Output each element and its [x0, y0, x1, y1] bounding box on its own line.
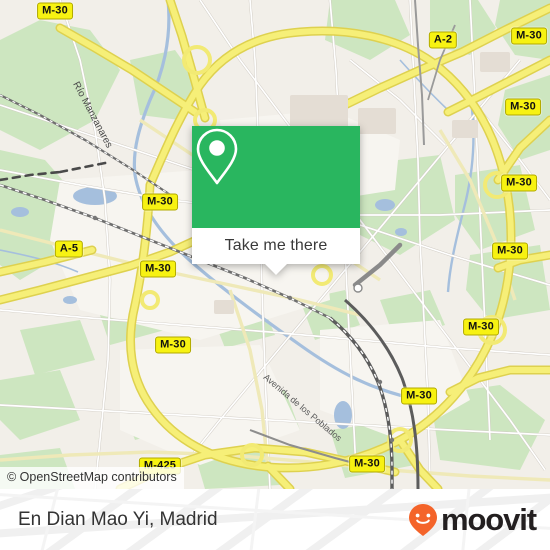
highway-shield: M-30: [492, 242, 528, 260]
rail-terminus-marker: [353, 283, 363, 293]
highway-shield: A-2: [428, 31, 458, 49]
popup-pointer: [265, 264, 287, 275]
map-attribution[interactable]: © OpenStreetMap contributors: [0, 467, 184, 489]
highway-shield: M-30: [155, 336, 191, 354]
moovit-logo[interactable]: moovit: [408, 502, 537, 537]
highway-shield: M-30: [463, 318, 499, 336]
highway-shield: M-30: [501, 174, 537, 192]
take-me-there-label: Take me there: [224, 237, 328, 254]
highway-shield: A-5: [54, 240, 84, 258]
popup-icon-area: [192, 126, 360, 228]
highway-shield: M-30: [511, 27, 547, 45]
map-pin-icon: [196, 128, 238, 185]
place-name: En Dian Mao Yi, Madrid: [18, 508, 218, 530]
footer-bar: En Dian Mao Yi, Madrid moovit: [0, 489, 550, 550]
take-me-there-popup[interactable]: Take me there: [192, 126, 360, 275]
highway-shield: M-30: [401, 387, 437, 405]
highway-shield: M-30: [505, 98, 541, 116]
highway-shield: M-30: [142, 193, 178, 211]
map-screenshot: Río Manzanares Avenida de los Poblados M…: [0, 0, 550, 550]
highway-shield: M-30: [37, 2, 73, 20]
map-canvas[interactable]: Río Manzanares Avenida de los Poblados M…: [0, 0, 550, 489]
moovit-wordmark: moovit: [440, 502, 537, 537]
moovit-smiley-pin-icon: [408, 503, 437, 536]
popup-action-bar[interactable]: Take me there: [192, 228, 360, 275]
highway-shield: M-30: [349, 455, 385, 473]
highway-shield: M-30: [140, 260, 176, 278]
